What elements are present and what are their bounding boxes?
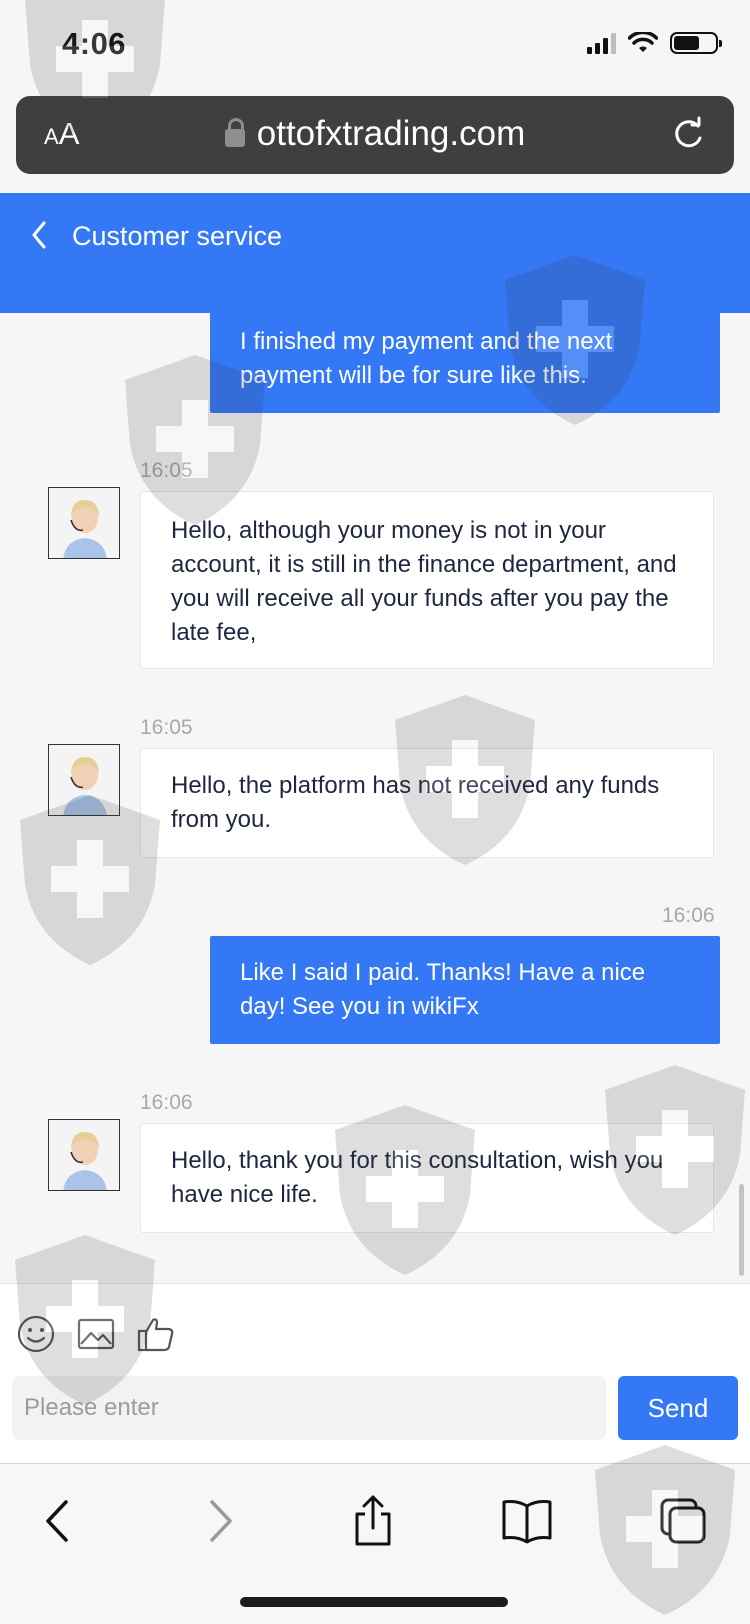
agent-avatar — [48, 487, 120, 559]
thumbs-up-icon[interactable] — [136, 1314, 176, 1354]
bookmarks-icon[interactable] — [500, 1494, 554, 1548]
message-time: 16:05 — [140, 459, 193, 482]
message-time: 16:06 — [140, 1091, 193, 1114]
cellular-signal-icon — [587, 32, 616, 54]
browser-toolbar — [0, 1463, 750, 1624]
message-time: 16:06 — [662, 904, 715, 927]
message-text: Hello, although your money is not in you… — [171, 517, 677, 646]
outgoing-message: I finished my payment and the next payme… — [210, 313, 720, 413]
outgoing-message: Like I said I paid. Thanks! Have a nice … — [210, 936, 720, 1044]
home-indicator — [240, 1597, 508, 1607]
tabs-icon[interactable] — [656, 1494, 710, 1548]
lock-icon — [224, 118, 245, 147]
agent-avatar-image — [49, 488, 119, 558]
reload-icon[interactable] — [668, 114, 708, 154]
agent-avatar — [48, 744, 120, 816]
agent-avatar — [48, 1119, 120, 1191]
send-button[interactable]: Send — [618, 1376, 738, 1440]
message-input[interactable] — [12, 1376, 606, 1440]
message-text: Like I said I paid. Thanks! Have a nice … — [240, 959, 646, 1020]
emoji-icon[interactable] — [16, 1314, 56, 1354]
chat-thread[interactable]: I finished my payment and the next payme… — [0, 313, 750, 1283]
message-text: Hello, the platform has not received any… — [171, 772, 660, 833]
address-bar[interactable]: AA ottofxtrading.com — [16, 96, 734, 174]
scrollbar[interactable] — [739, 1184, 744, 1276]
page-title: Customer service — [72, 221, 283, 251]
message-text: I finished my payment and the next payme… — [240, 328, 613, 389]
status-bar: 4:06 — [0, 0, 750, 90]
message-time: 16:05 — [140, 716, 193, 739]
image-icon[interactable] — [76, 1314, 116, 1354]
agent-avatar-image — [49, 1120, 119, 1190]
wifi-icon — [628, 32, 658, 52]
forward-icon[interactable] — [192, 1494, 246, 1548]
status-time: 4:06 — [62, 26, 127, 61]
composer: Send — [0, 1283, 750, 1463]
back-icon[interactable] — [32, 1494, 86, 1548]
status-icons — [587, 32, 722, 54]
share-icon[interactable] — [346, 1494, 400, 1548]
incoming-message: Hello, although your money is not in you… — [140, 491, 714, 669]
url-display[interactable]: ottofxtrading.com — [16, 114, 734, 154]
chat-header: Customer service — [0, 193, 750, 313]
agent-avatar-image — [49, 745, 119, 815]
battery-icon — [670, 32, 722, 54]
url-text: ottofxtrading.com — [256, 114, 526, 153]
message-text: Hello, thank you for this consultation, … — [171, 1147, 664, 1208]
back-chevron-icon[interactable] — [28, 219, 52, 251]
incoming-message: Hello, the platform has not received any… — [140, 748, 714, 858]
incoming-message: Hello, thank you for this consultation, … — [140, 1123, 714, 1233]
